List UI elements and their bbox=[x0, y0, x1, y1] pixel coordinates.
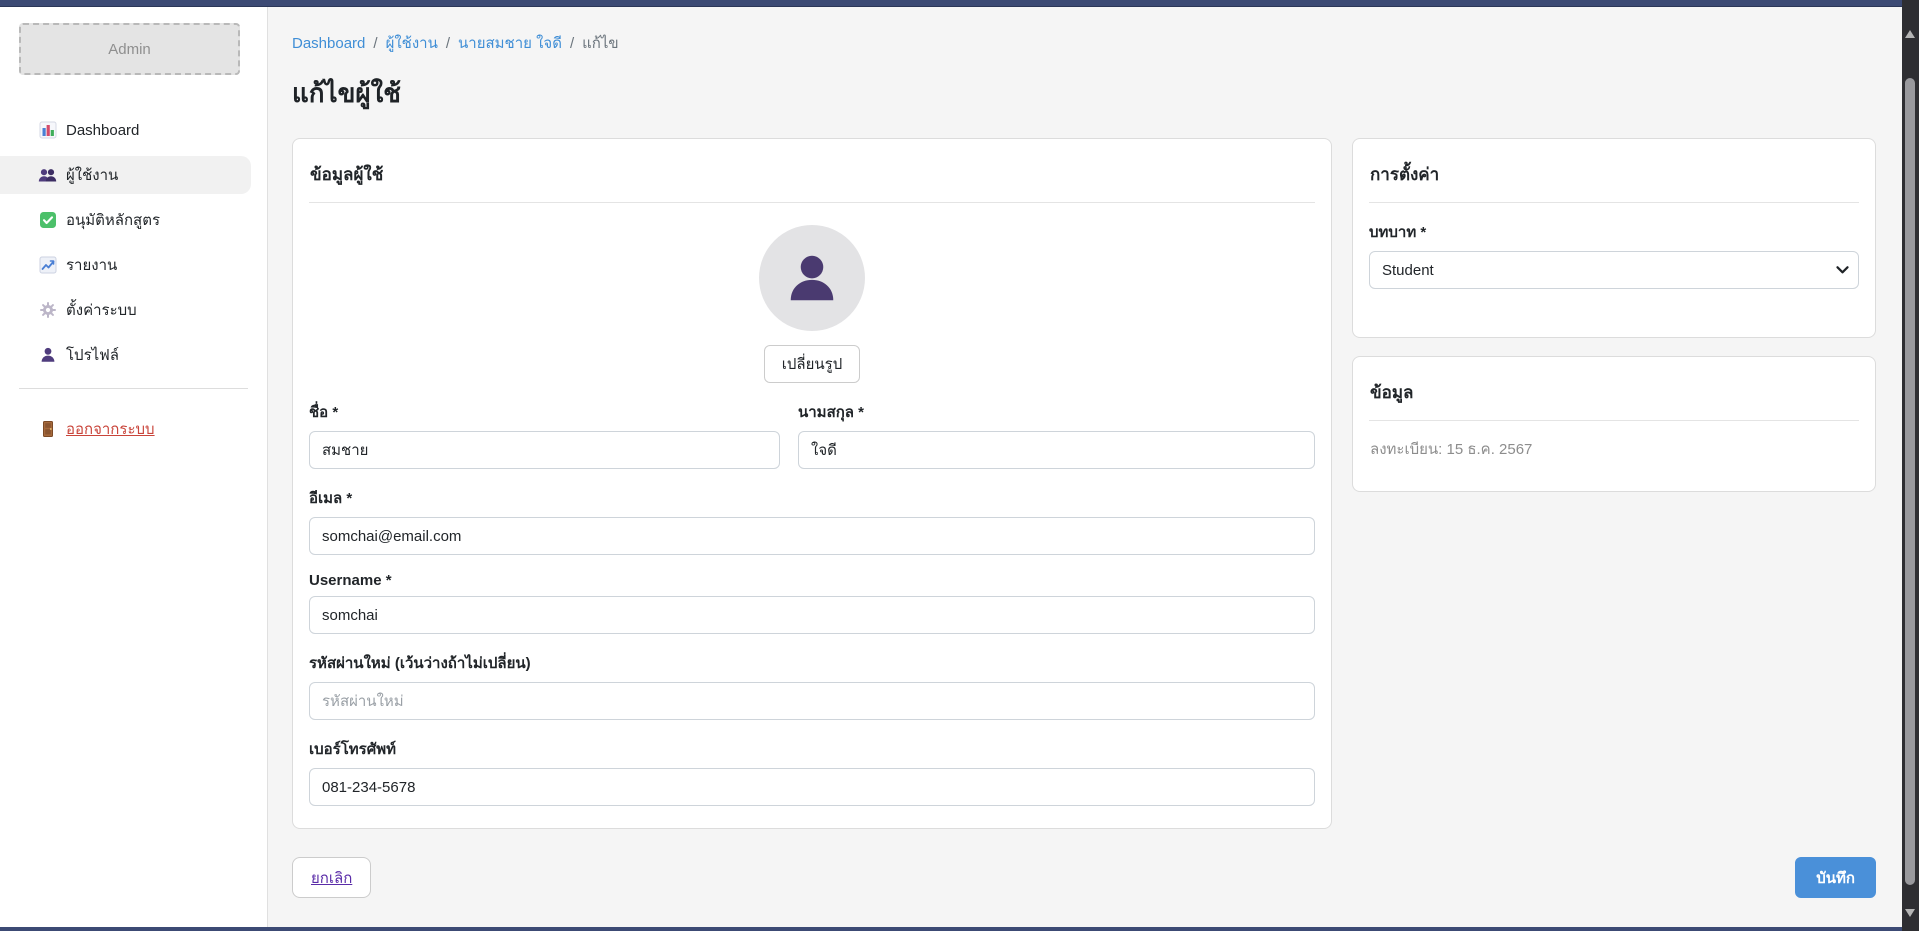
sidebar-item-users[interactable]: ผู้ใช้งาน bbox=[0, 156, 251, 194]
settings-card: การตั้งค่า บทบาท * Student bbox=[1352, 138, 1876, 338]
brand-label: Admin bbox=[108, 41, 151, 58]
registered-date-text: ลงทะเบียน: 15 ธ.ค. 2567 bbox=[1369, 421, 1859, 469]
sidebar-item-label: โปรไฟล์ bbox=[66, 343, 119, 367]
breadcrumb-link-users[interactable]: ผู้ใช้งาน bbox=[386, 35, 438, 52]
avatar bbox=[759, 225, 865, 331]
window-top-bar bbox=[0, 0, 1919, 7]
user-info-card-title: ข้อมูลผู้ใช้ bbox=[309, 155, 1315, 203]
settings-card-title: การตั้งค่า bbox=[1369, 155, 1859, 203]
main-content: Dashboard/ผู้ใช้งาน/นายสมชาย ใจดี/แก้ไข … bbox=[268, 7, 1902, 927]
phone-input[interactable] bbox=[309, 768, 1315, 806]
sidebar-divider bbox=[19, 388, 248, 389]
new-password-input[interactable] bbox=[309, 682, 1315, 720]
door-icon bbox=[38, 420, 57, 439]
logout-link[interactable]: ออกจากระบบ bbox=[0, 417, 267, 441]
sidebar-item-label: ผู้ใช้งาน bbox=[66, 163, 118, 187]
content-row: ข้อมูลผู้ใช้ เปลี่ยนรูป ชื่อ * นามสกุล * bbox=[292, 138, 1876, 829]
breadcrumb: Dashboard / ผู้ใช้งาน / นายสมชาย ใจดี / แก้ไข bbox=[292, 31, 1876, 55]
gear-icon bbox=[38, 301, 57, 320]
sidebar-item-label: ตั้งค่าระบบ bbox=[66, 298, 137, 322]
phone-label: เบอร์โทรศัพท์ bbox=[309, 737, 1315, 761]
change-photo-button[interactable]: เปลี่ยนรูป bbox=[764, 345, 860, 383]
logout-label: ออกจากระบบ bbox=[66, 417, 155, 441]
sidebar-nav: Dashboard ผู้ใช้งาน อนุมัติหลักสูตร รายง… bbox=[0, 111, 267, 374]
email-group: อีเมล * bbox=[309, 486, 1315, 555]
info-card-title: ข้อมูล bbox=[1369, 373, 1859, 421]
sidebar-item-reports[interactable]: รายงาน bbox=[0, 246, 251, 284]
first-name-group: ชื่อ * bbox=[309, 400, 780, 469]
role-select[interactable]: Student bbox=[1369, 251, 1859, 289]
sidebar-item-dashboard[interactable]: Dashboard bbox=[0, 111, 251, 149]
role-label: บทบาท * bbox=[1369, 220, 1859, 244]
scroll-up-arrow-icon[interactable] bbox=[1905, 30, 1915, 38]
form-actions: ยกเลิก บันทึก bbox=[292, 857, 1876, 898]
last-name-label: นามสกุล * bbox=[798, 400, 1315, 424]
breadcrumb-separator: / bbox=[446, 35, 450, 52]
brand-box: Admin bbox=[19, 23, 240, 75]
sidebar-item-settings[interactable]: ตั้งค่าระบบ bbox=[0, 291, 251, 329]
cancel-button[interactable]: ยกเลิก bbox=[292, 857, 371, 898]
user-info-card: ข้อมูลผู้ใช้ เปลี่ยนรูป ชื่อ * นามสกุล * bbox=[292, 138, 1332, 829]
email-input[interactable] bbox=[309, 517, 1315, 555]
right-column: การตั้งค่า บทบาท * Student ข้อมูล ลงทะ bbox=[1352, 138, 1876, 492]
password-label: รหัสผ่านใหม่ (เว้นว่างถ้าไม่เปลี่ยน) bbox=[309, 651, 1315, 675]
sidebar-item-label: Dashboard bbox=[66, 122, 139, 139]
approve-check-icon bbox=[38, 211, 57, 230]
role-group: บทบาท * Student bbox=[1369, 220, 1859, 315]
breadcrumb-link-user-name[interactable]: นายสมชาย ใจดี bbox=[458, 35, 562, 52]
last-name-input[interactable] bbox=[798, 431, 1315, 469]
username-group: Username * bbox=[309, 572, 1315, 634]
sidebar: Admin Dashboard ผู้ใช้งาน อนุมัติหลักสูต… bbox=[0, 7, 268, 927]
person-icon bbox=[38, 346, 57, 365]
bar-chart-icon bbox=[38, 121, 57, 140]
page-title: แก้ไขผู้ใช้ bbox=[292, 73, 1876, 114]
role-select-wrap: Student bbox=[1369, 251, 1859, 289]
breadcrumb-separator: / bbox=[570, 35, 574, 52]
password-group: รหัสผ่านใหม่ (เว้นว่างถ้าไม่เปลี่ยน) bbox=[309, 651, 1315, 720]
first-name-input[interactable] bbox=[309, 431, 780, 469]
window-bottom-bar bbox=[0, 927, 1919, 931]
scrollbar-thumb[interactable] bbox=[1905, 78, 1915, 885]
info-card: ข้อมูล ลงทะเบียน: 15 ธ.ค. 2567 bbox=[1352, 356, 1876, 492]
username-label: Username * bbox=[309, 572, 1315, 589]
avatar-person-icon bbox=[783, 249, 841, 307]
breadcrumb-link-dashboard[interactable]: Dashboard bbox=[292, 35, 365, 52]
phone-group: เบอร์โทรศัพท์ bbox=[309, 737, 1315, 806]
users-icon bbox=[38, 166, 57, 185]
sidebar-item-profile[interactable]: โปรไฟล์ bbox=[0, 336, 251, 374]
username-input[interactable] bbox=[309, 596, 1315, 634]
breadcrumb-current: แก้ไข bbox=[582, 35, 619, 52]
sidebar-item-label: รายงาน bbox=[66, 253, 117, 277]
sidebar-item-label: อนุมัติหลักสูตร bbox=[66, 208, 160, 232]
name-fields-row: ชื่อ * นามสกุล * bbox=[309, 383, 1315, 469]
first-name-label: ชื่อ * bbox=[309, 400, 780, 424]
vertical-scrollbar[interactable] bbox=[1902, 0, 1919, 931]
avatar-section: เปลี่ยนรูป bbox=[309, 203, 1315, 383]
save-button[interactable]: บันทึก bbox=[1795, 857, 1876, 898]
email-label: อีเมล * bbox=[309, 486, 1315, 510]
last-name-group: นามสกุล * bbox=[798, 400, 1315, 469]
breadcrumb-separator: / bbox=[373, 35, 377, 52]
scroll-down-arrow-icon[interactable] bbox=[1905, 909, 1915, 917]
chart-line-icon bbox=[38, 256, 57, 275]
sidebar-item-approve[interactable]: อนุมัติหลักสูตร bbox=[0, 201, 251, 239]
